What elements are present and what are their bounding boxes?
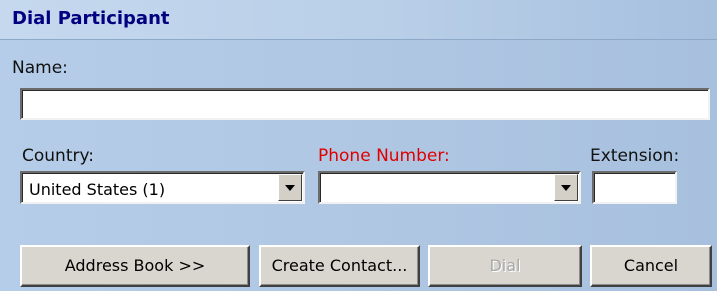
dial-participant-dialog: Dial Participant Name: Country: United S… — [0, 0, 717, 291]
country-select-value: United States (1) — [29, 180, 166, 199]
address-book-button[interactable]: Address Book >> — [20, 245, 250, 287]
create-contact-button[interactable]: Create Contact... — [259, 245, 420, 287]
phone-number-label: Phone Number: — [318, 146, 450, 166]
phone-number-dropdown-button[interactable] — [554, 174, 578, 201]
dial-button[interactable]: Dial — [428, 245, 582, 287]
cancel-button[interactable]: Cancel — [590, 245, 712, 287]
dialog-title: Dial Participant — [12, 8, 170, 29]
country-dropdown-button[interactable] — [278, 174, 302, 201]
title-bar: Dial Participant — [0, 0, 717, 40]
name-input[interactable] — [20, 88, 710, 120]
chevron-down-icon — [285, 185, 295, 191]
country-label: Country: — [22, 146, 95, 166]
name-label: Name: — [12, 58, 68, 78]
chevron-down-icon — [561, 185, 571, 191]
extension-input[interactable] — [592, 171, 677, 204]
phone-number-select[interactable] — [318, 171, 581, 204]
extension-label: Extension: — [590, 146, 680, 166]
country-select[interactable]: United States (1) — [20, 171, 305, 204]
